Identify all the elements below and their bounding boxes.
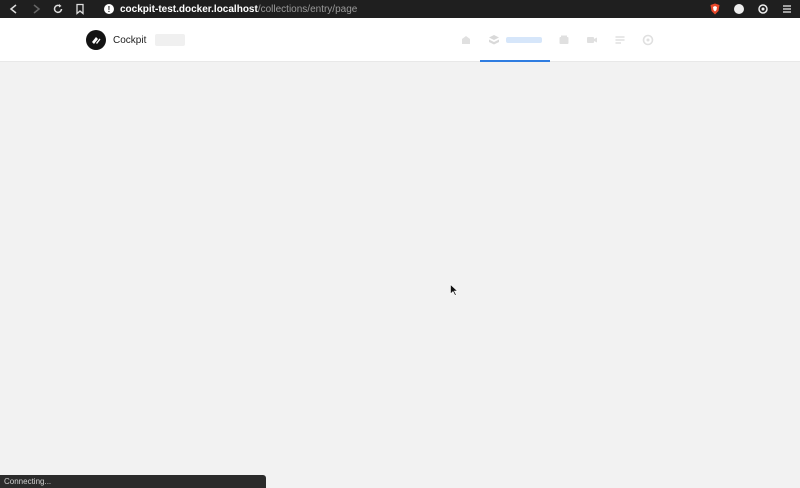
extension-button[interactable]	[732, 2, 746, 16]
menu-item-collections[interactable]	[480, 18, 550, 62]
puzzle-button[interactable]	[756, 2, 770, 16]
cockpit-logo-icon	[86, 30, 106, 50]
info-icon[interactable]: !	[104, 4, 114, 14]
hamburger-menu-icon	[783, 5, 791, 13]
brave-shield-button[interactable]	[708, 2, 722, 16]
main-content	[0, 62, 800, 488]
url-host: cockpit-test.docker.localhost	[120, 3, 258, 15]
main-menu	[452, 18, 662, 62]
menu-item-singletons[interactable]	[550, 18, 578, 62]
status-text: Connecting...	[4, 477, 52, 486]
forms-icon	[615, 36, 625, 44]
menu-item-collections-label-placeholder	[506, 37, 542, 43]
mouse-cursor-icon	[450, 284, 458, 296]
menu-item-settings[interactable]	[634, 18, 662, 62]
collections-icon	[489, 35, 499, 45]
back-icon	[9, 4, 17, 14]
forward-icon	[33, 4, 41, 14]
bookmark-button[interactable]	[72, 1, 88, 17]
brand[interactable]: Cockpit	[86, 30, 186, 50]
brand-placeholder	[155, 34, 186, 46]
brave-shield-icon	[710, 3, 720, 15]
back-button[interactable]	[6, 1, 22, 17]
extension-icon	[734, 4, 744, 14]
menu-item-dashboard[interactable]	[452, 18, 480, 62]
settings-icon	[642, 34, 654, 46]
url-path: /collections/entry/page	[257, 3, 358, 15]
bookmark-icon	[76, 3, 84, 15]
menu-item-forms[interactable]	[606, 18, 634, 62]
puzzle-icon	[758, 4, 768, 14]
menu-item-assets[interactable]	[578, 18, 606, 62]
browser-toolbar: ! cockpit-test.docker.localhost/collecti…	[0, 0, 800, 18]
assets-icon	[587, 37, 597, 43]
dashboard-icon	[462, 36, 470, 44]
brand-name: Cockpit	[113, 34, 147, 46]
browser-status-bar: Connecting...	[0, 475, 266, 488]
reload-button[interactable]	[50, 1, 66, 17]
browser-menu-button[interactable]	[780, 2, 794, 16]
reload-icon	[53, 4, 63, 14]
app-header: Cockpit	[0, 18, 800, 62]
singletons-icon	[559, 35, 569, 44]
forward-button[interactable]	[28, 1, 44, 17]
address-bar[interactable]: cockpit-test.docker.localhost/collection…	[120, 4, 698, 15]
